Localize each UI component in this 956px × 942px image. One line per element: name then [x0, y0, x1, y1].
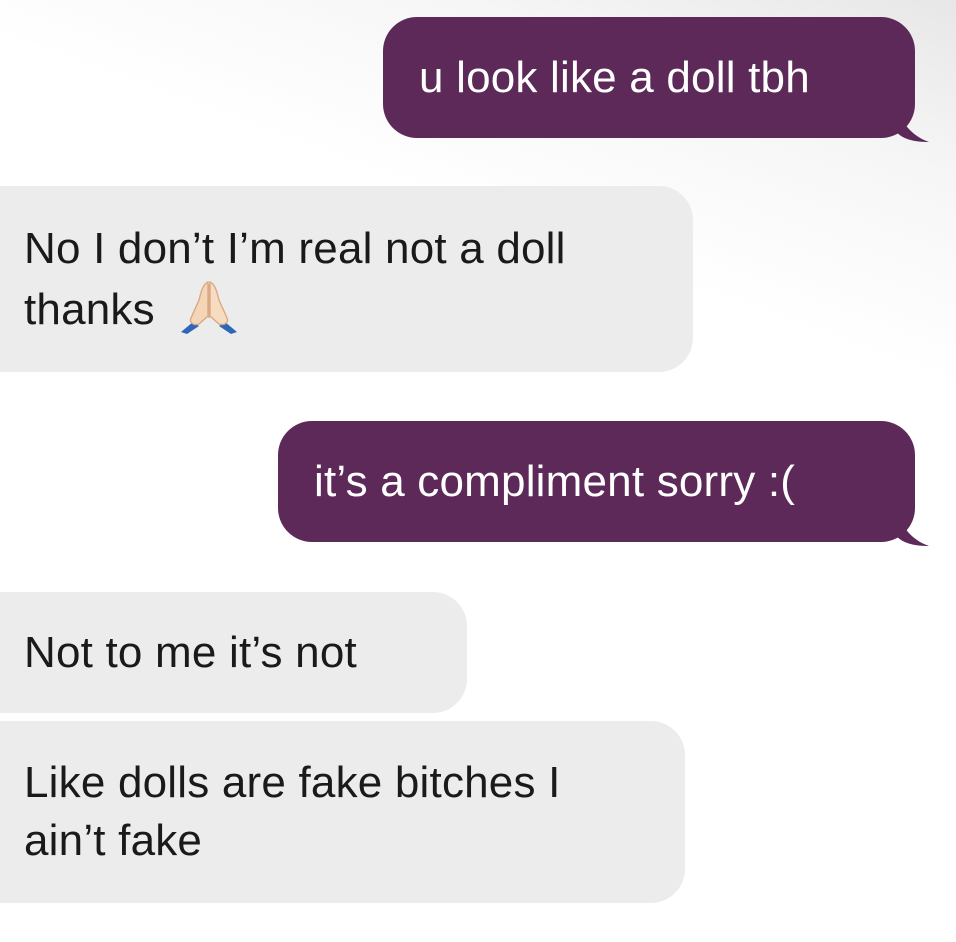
message-text: Not to me it’s not: [24, 627, 357, 677]
folded-hands-icon: [177, 278, 241, 334]
bubble-tail-icon: [893, 506, 929, 546]
message-text: No I don’t I’m real not a doll thanks: [24, 220, 659, 339]
received-message-bubble[interactable]: No I don’t I’m real not a doll thanks: [0, 186, 693, 372]
received-message-bubble[interactable]: Like dolls are fake bitches I ain’t fake: [0, 721, 685, 903]
received-message-bubble[interactable]: Not to me it’s not: [0, 592, 467, 713]
message-text: it’s a compliment sorry :(: [314, 456, 796, 506]
message-thread: u look like a doll tbh No I don’t I’m re…: [0, 0, 956, 942]
sent-message-bubble[interactable]: it’s a compliment sorry :(: [278, 421, 929, 546]
bubble-tail-icon: [893, 102, 929, 142]
message-text: Like dolls are fake bitches I ain’t fake: [24, 758, 561, 865]
message-text-content: No I don’t I’m real not a doll thanks: [24, 223, 566, 334]
message-text: u look like a doll tbh: [419, 52, 810, 102]
sent-message-bubble[interactable]: u look like a doll tbh: [383, 17, 929, 142]
